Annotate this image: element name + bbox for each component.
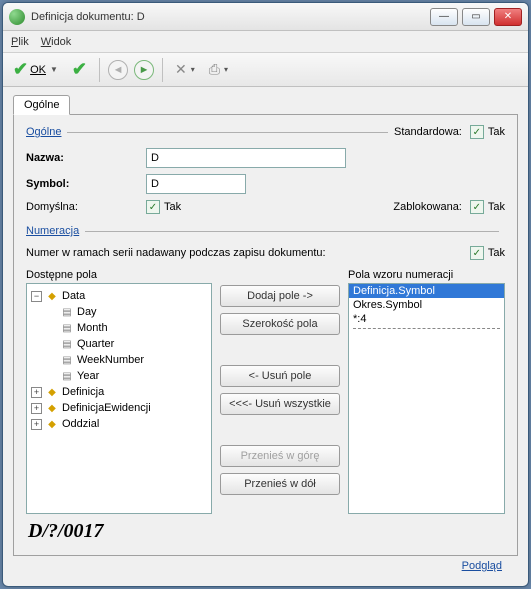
domyslna-label: Domyślna: <box>26 201 146 213</box>
tree-node-data[interactable]: − ◆ Data <box>31 288 207 304</box>
przenies-dol-button[interactable]: Przenieś w dół <box>220 473 340 495</box>
maximize-button[interactable]: ▭ <box>462 8 490 26</box>
list-item[interactable]: *:4 <box>349 312 504 326</box>
standardowa-value: Tak <box>488 126 505 138</box>
tree-node-child[interactable]: ▤Quarter <box>31 336 207 352</box>
check-icon: ✔ <box>13 59 28 80</box>
tools-icon: ✕ <box>175 61 187 78</box>
tree-node-label: Quarter <box>77 338 114 350</box>
tree-node-label: WeekNumber <box>77 354 144 366</box>
tree-node-label: Definicja <box>62 386 104 398</box>
separator <box>162 58 163 82</box>
expand-icon[interactable]: + <box>31 387 42 398</box>
pattern-listbox[interactable]: Definicja.SymbolOkres.Symbol*:4 <box>348 283 505 514</box>
zablokowana-label: Zablokowana: <box>393 201 462 213</box>
window: Definicja dokumentu: D — ▭ ✕ Plik Widok … <box>2 2 529 587</box>
field-icon: ▤ <box>60 371 74 382</box>
section-line <box>85 231 499 232</box>
chevron-down-icon[interactable]: ▼ <box>50 65 58 74</box>
nav-forward-button[interactable]: ► <box>134 60 154 80</box>
podglad-link[interactable]: Podgląd <box>462 560 502 572</box>
check-icon: ✔ <box>72 59 87 80</box>
usun-wszystkie-button[interactable]: <<<- Usuń wszystkie <box>220 393 340 415</box>
section-line <box>67 132 388 133</box>
tree-node-sibling[interactable]: +◆DefinicjaEwidencji <box>31 400 207 416</box>
nazwa-label: Nazwa: <box>26 152 146 164</box>
tabstrip: Ogólne <box>13 93 518 115</box>
close-button[interactable]: ✕ <box>494 8 522 26</box>
series-label: Numer w ramach serii nadawany podczas za… <box>26 247 326 259</box>
diamond-icon: ◆ <box>45 403 59 414</box>
app-icon <box>9 9 25 25</box>
chevron-down-icon[interactable]: ▾ <box>191 65 195 74</box>
diamond-icon: ◆ <box>45 291 59 302</box>
menu-widok[interactable]: Widok <box>41 36 72 48</box>
list-separator <box>353 328 500 329</box>
przenies-gore-button[interactable]: Przenieś w górę <box>220 445 340 467</box>
zablokowana-value: Tak <box>488 201 505 213</box>
result-preview: D/?/0017 <box>26 514 505 545</box>
list-item[interactable]: Definicja.Symbol <box>349 284 504 298</box>
panel-ogolne: Ogólne Standardowa: ✓ Tak Nazwa: Symbol:… <box>13 114 518 556</box>
nazwa-input[interactable] <box>146 148 346 168</box>
field-icon: ▤ <box>60 307 74 318</box>
printer-icon: ⎙ <box>209 61 220 78</box>
pola-wzoru-label: Pola wzoru numeracji <box>348 269 505 281</box>
ok-label: OK <box>30 64 46 76</box>
print-button[interactable]: ⎙▾ <box>205 59 232 80</box>
menubar: Plik Widok <box>3 31 528 53</box>
titlebar[interactable]: Definicja dokumentu: D — ▭ ✕ <box>3 3 528 31</box>
zablokowana-checkbox[interactable]: ✓ <box>470 200 484 214</box>
usun-pole-button[interactable]: <- Usuń pole <box>220 365 340 387</box>
tree-node-label: DefinicjaEwidencji <box>62 402 151 414</box>
domyslna-checkbox[interactable]: ✓ <box>146 200 160 214</box>
chevron-down-icon[interactable]: ▾ <box>224 65 228 74</box>
field-icon: ▤ <box>60 323 74 334</box>
collapse-icon[interactable]: − <box>31 291 42 302</box>
symbol-input[interactable] <box>146 174 246 194</box>
content-area: Ogólne Ogólne Standardowa: ✓ Tak Nazwa: … <box>3 87 528 586</box>
tree-node-label: Month <box>77 322 108 334</box>
tree-node-child[interactable]: ▤WeekNumber <box>31 352 207 368</box>
tree-node-label: Data <box>62 290 85 302</box>
field-icon: ▤ <box>60 339 74 350</box>
nav-back-button[interactable]: ◄ <box>108 60 128 80</box>
ok-button[interactable]: ✔ OK ▼ <box>9 57 62 82</box>
standardowa-checkbox[interactable]: ✓ <box>470 125 484 139</box>
tools-button[interactable]: ✕▾ <box>171 59 199 80</box>
tree-node-child[interactable]: ▤Day <box>31 304 207 320</box>
apply-button[interactable]: ✔ <box>68 57 91 82</box>
diamond-icon: ◆ <box>45 419 59 430</box>
expand-icon[interactable]: + <box>31 419 42 430</box>
fields-tree[interactable]: − ◆ Data ▤Day▤Month▤Quarter▤WeekNumber▤Y… <box>26 283 212 514</box>
dostepne-pola-label: Dostępne pola <box>26 269 212 281</box>
section-numeracja-link[interactable]: Numeracja <box>26 225 79 237</box>
field-icon: ▤ <box>60 355 74 366</box>
tree-node-label: Oddzial <box>62 418 99 430</box>
symbol-label: Symbol: <box>26 178 146 190</box>
toolbar: ✔ OK ▼ ✔ ◄ ► ✕▾ ⎙▾ <box>3 53 528 87</box>
list-item[interactable]: Okres.Symbol <box>349 298 504 312</box>
menu-plik[interactable]: Plik <box>11 36 29 48</box>
separator <box>99 58 100 82</box>
szerokosc-pola-button[interactable]: Szerokość pola <box>220 313 340 335</box>
tree-node-sibling[interactable]: +◆Oddzial <box>31 416 207 432</box>
tree-node-label: Day <box>77 306 97 318</box>
window-title: Definicja dokumentu: D <box>31 11 430 23</box>
diamond-icon: ◆ <box>45 387 59 398</box>
standardowa-label: Standardowa: <box>394 126 462 138</box>
dodaj-pole-button[interactable]: Dodaj pole -> <box>220 285 340 307</box>
tab-ogolne[interactable]: Ogólne <box>13 95 70 115</box>
minimize-button[interactable]: — <box>430 8 458 26</box>
tree-node-child[interactable]: ▤Year <box>31 368 207 384</box>
tree-node-sibling[interactable]: +◆Definicja <box>31 384 207 400</box>
domyslna-value: Tak <box>164 201 181 213</box>
tree-node-child[interactable]: ▤Month <box>31 320 207 336</box>
section-ogolne-link[interactable]: Ogólne <box>26 126 61 138</box>
tree-node-label: Year <box>77 370 99 382</box>
expand-icon[interactable]: + <box>31 403 42 414</box>
series-value: Tak <box>488 247 505 259</box>
series-checkbox[interactable]: ✓ <box>470 246 484 260</box>
